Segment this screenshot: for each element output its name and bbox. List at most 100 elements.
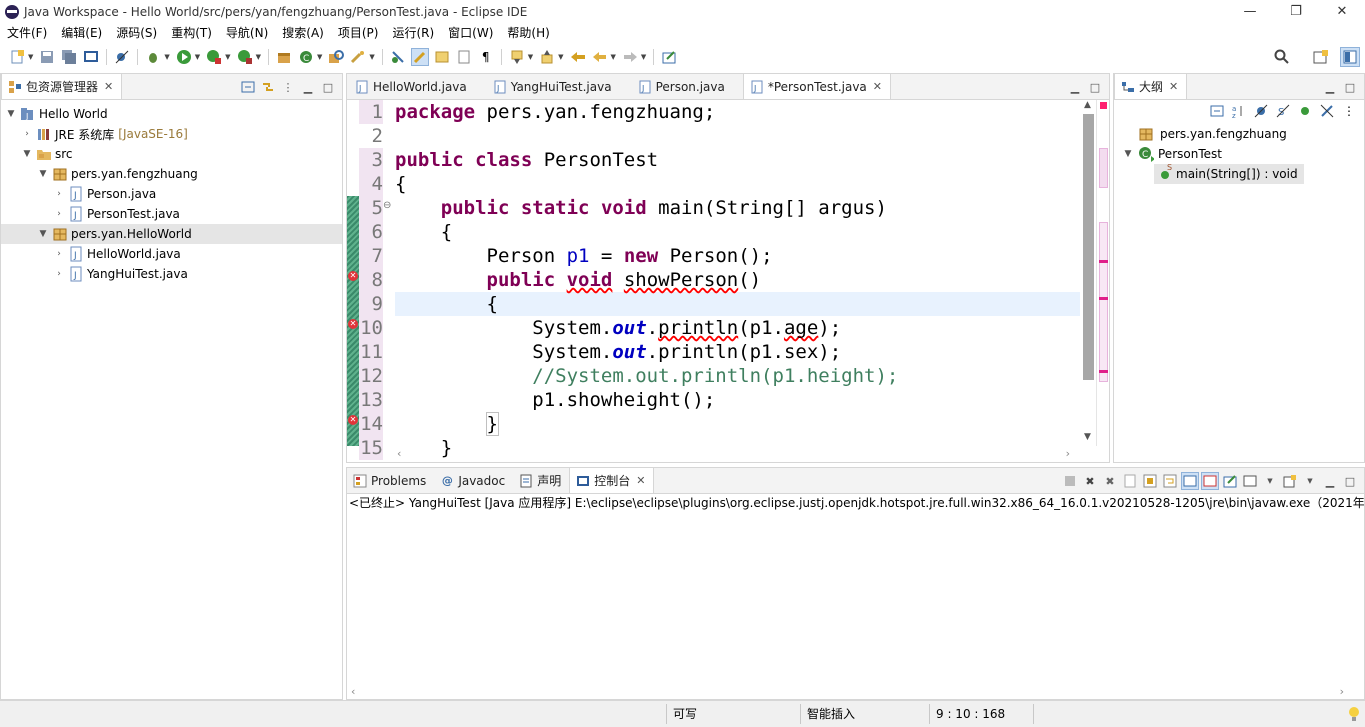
forward-dropdown-icon[interactable]: ▼ <box>641 53 646 61</box>
collapse-all-icon[interactable] <box>240 79 256 95</box>
scroll-lock-icon[interactable] <box>1142 473 1158 489</box>
overview-error-mark[interactable] <box>1099 370 1108 373</box>
minimize-view-icon[interactable]: ▁ <box>1322 79 1338 95</box>
new-dropdown-icon[interactable]: ▼ <box>28 53 33 61</box>
fold-collapse-icon[interactable]: ⊖ <box>383 200 391 211</box>
tree-item-file[interactable]: › J HelloWorld.java <box>1 244 342 264</box>
terminal-icon[interactable] <box>83 49 99 65</box>
menu-project[interactable]: 项目(P) <box>331 24 386 41</box>
error-marker-icon[interactable]: ✕ <box>348 271 358 281</box>
collapse-icon[interactable]: › <box>21 129 33 139</box>
new-class-dropdown-icon[interactable]: ▼ <box>317 53 322 61</box>
open-console-icon[interactable] <box>1282 473 1298 489</box>
pin-editor-icon[interactable] <box>661 49 677 65</box>
close-tab-icon[interactable]: ✕ <box>104 80 113 93</box>
next-annotation-icon[interactable] <box>509 49 525 65</box>
display-console-dropdown-icon[interactable]: ▼ <box>1262 473 1278 489</box>
scrollbar-thumb[interactable] <box>1083 114 1094 380</box>
maximize-view-icon[interactable]: □ <box>1342 79 1358 95</box>
pin-console-icon[interactable] <box>1222 473 1238 489</box>
previous-annotation-dropdown-icon[interactable]: ▼ <box>558 53 563 61</box>
minimize-button[interactable]: — <box>1227 0 1273 23</box>
close-tab-icon[interactable]: ✕ <box>1169 80 1178 93</box>
scroll-right-icon[interactable]: › <box>1340 685 1344 698</box>
back-dropdown-icon[interactable]: ▼ <box>611 53 616 61</box>
console-horizontal-scrollbar[interactable]: ‹ › <box>347 684 1364 700</box>
external-tools-dropdown-icon[interactable]: ▼ <box>256 53 261 61</box>
tab-declaration[interactable]: 声明 <box>513 468 569 493</box>
minimize-view-icon[interactable]: ▁ <box>1322 473 1338 489</box>
outline-item-class[interactable]: ▼ C PersonTest <box>1114 144 1364 164</box>
error-summary-icon[interactable] <box>1100 102 1107 109</box>
show-console-on-stderr-icon[interactable] <box>1201 472 1219 490</box>
overview-error-mark[interactable] <box>1099 297 1108 300</box>
terminate-icon[interactable] <box>1062 473 1078 489</box>
search-icon[interactable] <box>1274 49 1290 65</box>
close-tab-icon[interactable]: ✕ <box>873 80 882 93</box>
close-button[interactable]: ✕ <box>1319 0 1365 23</box>
expand-icon[interactable]: ▼ <box>1122 149 1134 159</box>
new-icon[interactable] <box>9 49 25 65</box>
remove-launch-icon[interactable]: ✖ <box>1082 473 1098 489</box>
run-icon[interactable] <box>176 49 192 65</box>
expand-icon[interactable]: ▼ <box>37 169 49 179</box>
back-icon[interactable] <box>592 49 608 65</box>
expand-icon[interactable]: ▼ <box>21 149 33 159</box>
collapse-icon[interactable]: › <box>53 209 65 219</box>
coverage-dropdown-icon[interactable]: ▼ <box>225 53 230 61</box>
toggle-block-selection-icon[interactable] <box>434 49 450 65</box>
external-tools-icon[interactable] <box>237 49 253 65</box>
open-type-icon[interactable] <box>328 49 345 65</box>
save-all-icon[interactable] <box>61 49 77 65</box>
new-java-package-icon[interactable] <box>276 49 292 65</box>
tab-problems[interactable]: Problems <box>347 468 434 493</box>
menu-source[interactable]: 源码(S) <box>109 24 164 41</box>
word-wrap-icon[interactable] <box>1162 473 1178 489</box>
view-menu-icon[interactable]: ⋮ <box>1341 103 1357 119</box>
coverage-icon[interactable] <box>206 49 222 65</box>
tab-javadoc[interactable]: @ Javadoc <box>434 468 513 493</box>
tree-item-package[interactable]: ▼ pers.yan.HelloWorld <box>1 224 342 244</box>
tree-item-file[interactable]: › J Person.java <box>1 184 342 204</box>
tree-item-file[interactable]: › J PersonTest.java <box>1 204 342 224</box>
menu-run[interactable]: 运行(R) <box>385 24 441 41</box>
save-icon[interactable] <box>39 49 55 65</box>
tab-console[interactable]: 控制台 ✕ <box>569 468 655 493</box>
display-console-icon[interactable] <box>1242 473 1258 489</box>
maximize-view-icon[interactable]: □ <box>1342 473 1358 489</box>
menu-edit[interactable]: 编辑(E) <box>54 24 109 41</box>
skip-breakpoints-icon[interactable] <box>114 49 130 65</box>
editor-tab[interactable]: J HelloWorld.java <box>347 74 475 99</box>
debug-icon[interactable] <box>145 49 161 65</box>
pilcrow-icon[interactable]: ¶ <box>478 49 494 65</box>
editor-tab[interactable]: J Person.java <box>620 74 733 99</box>
open-console-dropdown-icon[interactable]: ▼ <box>1302 473 1318 489</box>
error-marker-icon[interactable]: ✕ <box>348 319 358 329</box>
tree-item-project[interactable]: ▼ J Hello World <box>1 104 342 124</box>
debug-dropdown-icon[interactable]: ▼ <box>164 53 169 61</box>
tree-item-package[interactable]: ▼ pers.yan.fengzhuang <box>1 164 342 184</box>
next-annotation-dropdown-icon[interactable]: ▼ <box>528 53 533 61</box>
tree-item-jre[interactable]: › JRE 系统库 [JavaSE-16] <box>1 124 342 144</box>
close-tab-icon[interactable]: ✕ <box>636 474 645 487</box>
scroll-left-icon[interactable]: ‹ <box>351 685 355 698</box>
remove-all-launches-icon[interactable]: ✖ <box>1102 473 1118 489</box>
menu-window[interactable]: 窗口(W) <box>441 24 500 41</box>
collapse-icon[interactable]: › <box>53 269 65 279</box>
scroll-up-icon[interactable]: ▲ <box>1084 100 1091 110</box>
minimize-view-icon[interactable]: ▁ <box>300 79 316 95</box>
tab-package-explorer[interactable]: 包资源管理器 ✕ <box>1 74 123 99</box>
tree-item-src[interactable]: ▼ src <box>1 144 342 164</box>
forward-icon[interactable] <box>622 49 638 65</box>
scroll-left-icon[interactable]: ‹ <box>397 447 401 460</box>
outline-item-package[interactable]: pers.yan.fengzhuang <box>1114 124 1364 144</box>
error-marker-icon[interactable]: ✕ <box>348 415 358 425</box>
collapse-icon[interactable]: › <box>53 249 65 259</box>
hide-nonpublic-icon[interactable] <box>1297 103 1313 119</box>
menu-navigate[interactable]: 导航(N) <box>219 24 275 41</box>
java-perspective-icon[interactable] <box>1340 47 1360 67</box>
restore-button[interactable]: ❐ <box>1273 0 1319 23</box>
run-dropdown-icon[interactable]: ▼ <box>195 53 200 61</box>
tab-outline[interactable]: 大纲 ✕ <box>1114 74 1188 99</box>
show-console-on-stdout-icon[interactable] <box>1181 472 1199 490</box>
